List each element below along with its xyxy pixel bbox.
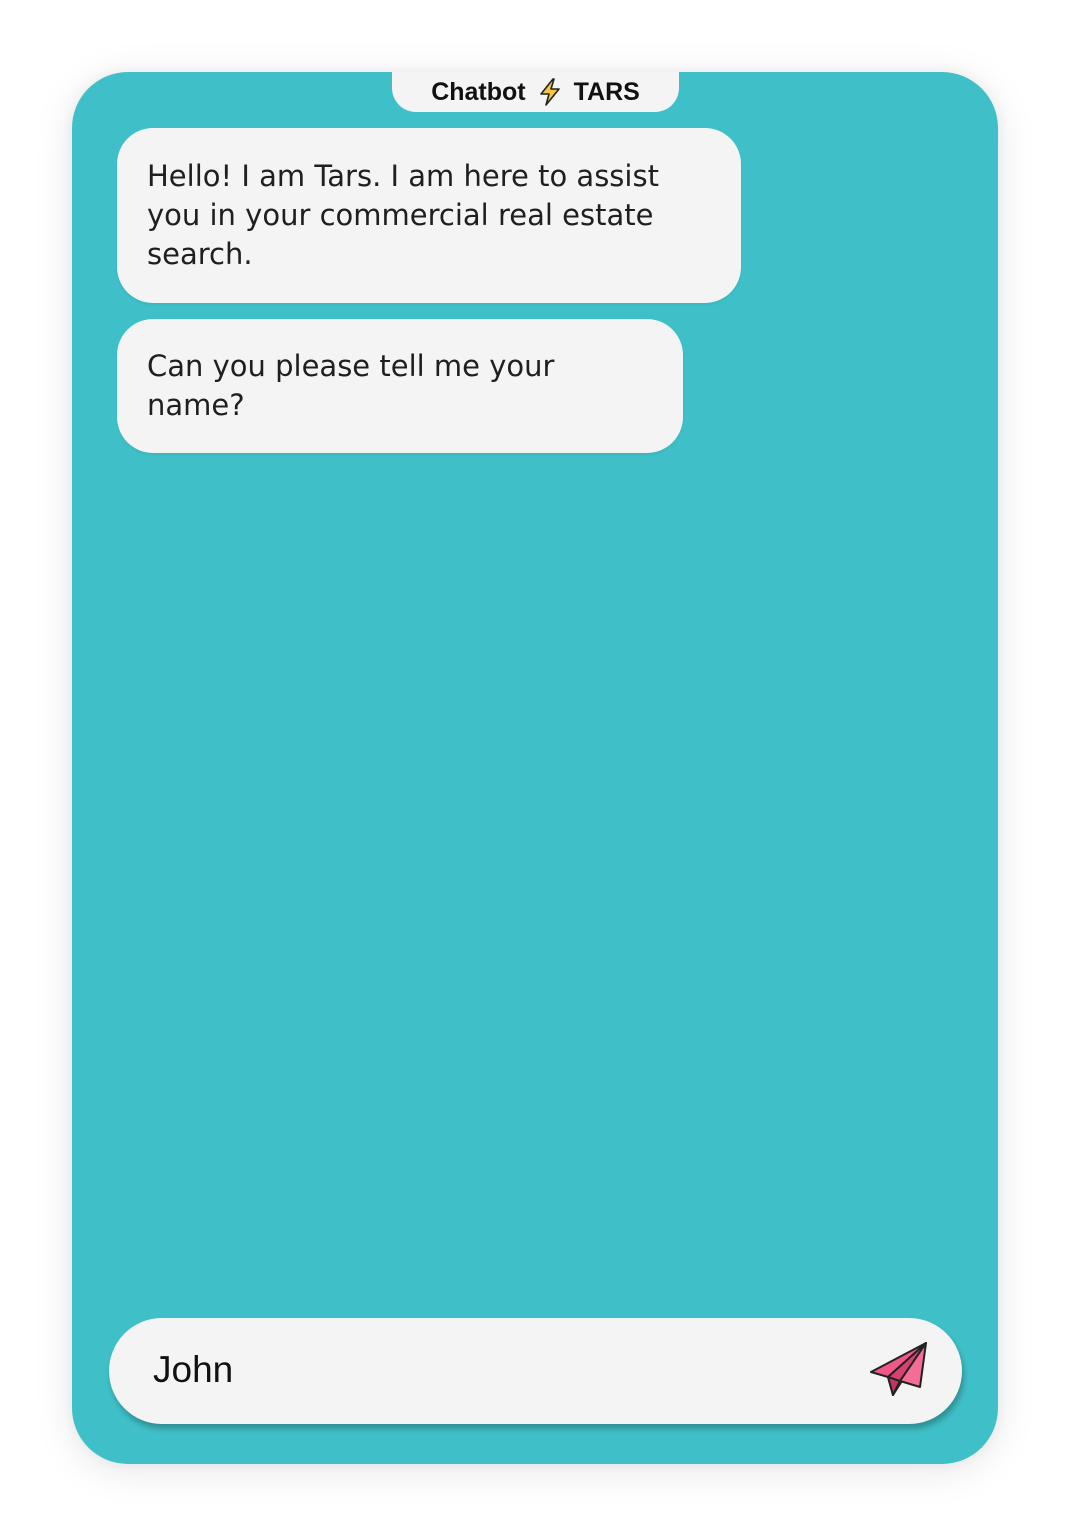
bot-message: Hello! I am Tars. I am here to assist yo… — [117, 128, 741, 303]
send-button[interactable] — [865, 1338, 933, 1402]
message-list: Hello! I am Tars. I am here to assist yo… — [117, 128, 953, 469]
bot-message: Can you please tell me your name? — [117, 319, 683, 453]
lightning-bolt-icon — [536, 77, 564, 107]
header-title-left: Chatbot — [431, 77, 526, 106]
message-input[interactable] — [153, 1340, 843, 1400]
page: Chatbot TARS Hello! I am Tars. I am here… — [0, 0, 1070, 1536]
header-title-right: TARS — [573, 77, 640, 106]
message-composer — [109, 1318, 962, 1424]
chat-window: Chatbot TARS Hello! I am Tars. I am here… — [72, 72, 998, 1464]
paper-plane-icon — [868, 1340, 930, 1401]
chat-header: Chatbot TARS — [392, 72, 679, 112]
